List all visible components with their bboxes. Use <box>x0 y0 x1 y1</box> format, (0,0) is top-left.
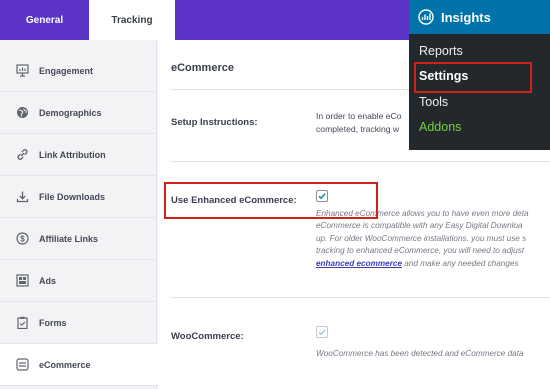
ads-icon <box>15 274 29 288</box>
woocommerce-label: WooCommerce: <box>171 331 244 342</box>
woocommerce-help: WooCommerce has been detected and eComme… <box>316 349 524 358</box>
cart-icon <box>15 358 29 372</box>
wp-menu-reports[interactable]: Reports <box>419 44 463 58</box>
enhanced-help-line2: eCommerce is compatible with any Easy Di… <box>316 221 523 230</box>
tab-general[interactable]: General <box>0 0 89 40</box>
sidebar-item-file-downloads[interactable]: File Downloads <box>0 176 157 218</box>
divider <box>171 161 550 162</box>
sidebar-item-forms[interactable]: Forms <box>0 302 157 344</box>
insights-menu-header[interactable]: Insights <box>409 0 550 34</box>
wp-menu-tools[interactable]: Tools <box>419 95 448 109</box>
sidebar-item-label: Forms <box>39 317 67 328</box>
divider <box>171 297 550 298</box>
sidebar-item-label: Demographics <box>39 107 102 118</box>
sidebar-item-label: eCommerce <box>39 359 91 370</box>
woocommerce-checkbox[interactable] <box>316 326 328 338</box>
enhanced-help-line5: enhanced ecommerce and make any needed c… <box>316 258 519 270</box>
sidebar-item-label: Ads <box>39 275 57 286</box>
setup-instructions-line2: completed, tracking w <box>316 124 400 134</box>
download-icon <box>15 190 29 204</box>
sidebar-item-label: Engagement <box>39 65 94 76</box>
engagement-icon <box>15 64 29 78</box>
highlight-box <box>414 62 532 93</box>
setup-instructions-label: Setup Instructions: <box>171 117 258 128</box>
globe-icon <box>15 106 29 120</box>
enhanced-help-line3: up. For older WooCommerce installations,… <box>316 234 527 243</box>
enhanced-help-line4: tracking to enhanced eCommerce, you will… <box>316 246 524 255</box>
clipboard-icon <box>15 316 29 330</box>
enhanced-help-rest: and make any needed changes <box>402 259 519 268</box>
checkmark-icon <box>318 329 326 336</box>
sidebar-item-demographics[interactable]: Demographics <box>0 92 157 134</box>
wp-menu-addons[interactable]: Addons <box>419 120 461 134</box>
link-icon <box>15 148 29 162</box>
sidebar-item-label: Link Attribution <box>39 149 106 160</box>
sidebar-item-affiliate-links[interactable]: $ Affiliate Links <box>0 218 157 260</box>
sidebar-item-label: Affiliate Links <box>39 233 99 244</box>
sidebar-item-ecommerce[interactable]: eCommerce <box>0 344 158 386</box>
sidebar-item-ads[interactable]: Ads <box>0 260 157 302</box>
dollar-icon: $ <box>15 232 29 246</box>
insights-menu-title: Insights <box>441 9 491 25</box>
svg-text:$: $ <box>20 234 25 243</box>
settings-page: General Tracking Engagement Demographics… <box>0 0 550 389</box>
insights-logo-icon <box>417 8 435 26</box>
tab-tracking[interactable]: Tracking <box>89 0 175 41</box>
tracking-sidebar: Engagement Demographics Link Attribution… <box>0 40 158 389</box>
sidebar-item-link-attribution[interactable]: Link Attribution <box>0 134 157 176</box>
sidebar-item-engagement[interactable]: Engagement <box>0 50 157 92</box>
page-title: eCommerce <box>171 62 234 74</box>
setup-instructions-line1: In order to enable eCo <box>316 111 402 121</box>
enhanced-ecommerce-link[interactable]: enhanced ecommerce <box>316 259 402 268</box>
sidebar-item-label: File Downloads <box>39 191 106 202</box>
highlight-box <box>164 182 378 219</box>
